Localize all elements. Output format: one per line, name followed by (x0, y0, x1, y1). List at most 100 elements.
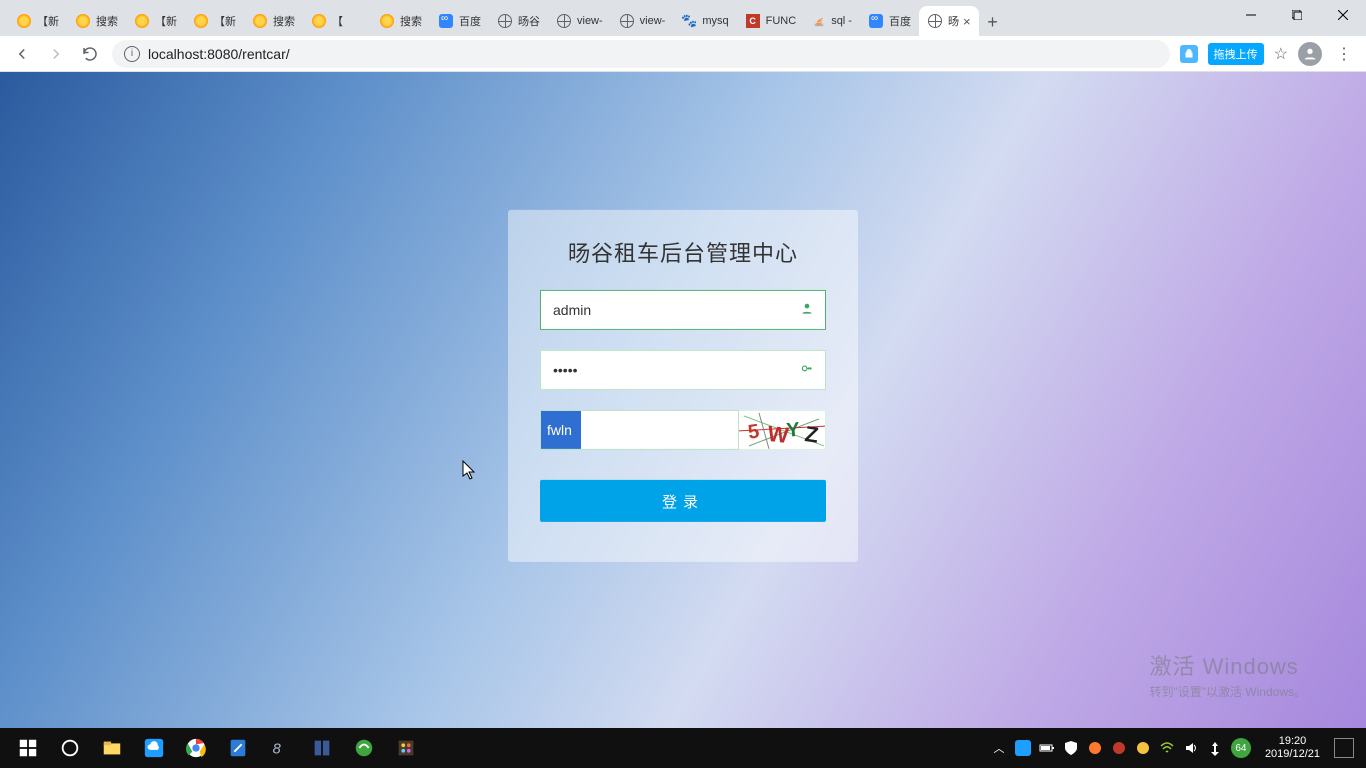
profile-avatar-icon[interactable] (1298, 42, 1322, 66)
browser-tab-active[interactable]: 旸× (919, 6, 979, 36)
globe-icon (556, 13, 572, 29)
window-controls (1228, 0, 1366, 30)
browser-tab[interactable]: 百度 (860, 6, 919, 36)
windows-activation-watermark: 激活 Windows 转到"设置"以激活 Windows。 (1149, 649, 1306, 700)
tray-input-badge[interactable]: 64 (1231, 738, 1251, 758)
tray-yellow-icon[interactable] (1135, 740, 1151, 756)
tab-label: 百度 (889, 13, 911, 29)
page-content: 旸谷租车后台管理中心 5 W Y Z (0, 72, 1366, 728)
sun-icon (75, 13, 91, 29)
sun-icon (379, 13, 395, 29)
taskbar: 8 ︿ 64 19:20 2019/12/21 (0, 728, 1366, 768)
user-icon (800, 301, 814, 318)
browser-tab[interactable]: view- (548, 6, 611, 36)
login-card: 旸谷租车后台管理中心 5 W Y Z (508, 210, 858, 562)
extension-icon[interactable] (1180, 45, 1198, 63)
password-input[interactable] (540, 350, 826, 390)
globe-icon (619, 13, 635, 29)
url-text: localhost:8080/rentcar/ (148, 46, 290, 62)
taskbar-left: 8 (8, 728, 426, 768)
tray-battery-icon[interactable] (1039, 740, 1055, 756)
tab-label: 【新 (214, 13, 236, 29)
close-tab-icon[interactable]: × (963, 14, 971, 29)
browser-tab[interactable]: 搜索 (67, 6, 126, 36)
tab-label: 【 (332, 13, 343, 29)
login-title: 旸谷租车后台管理中心 (540, 236, 826, 268)
login-button[interactable]: 登录 (540, 480, 826, 522)
kebab-menu-icon[interactable]: ⋮ (1332, 44, 1356, 64)
tray-orange-icon[interactable] (1087, 740, 1103, 756)
tray-shield-icon[interactable] (1063, 740, 1079, 756)
tab-label: 搜索 (400, 13, 422, 29)
tray-cloud-icon[interactable] (1015, 740, 1031, 756)
action-center-icon[interactable] (1334, 738, 1354, 758)
password-field (540, 350, 826, 390)
captcha-image[interactable]: 5 W Y Z (739, 410, 826, 450)
misc-app-icon[interactable] (386, 728, 426, 768)
reload-button[interactable] (78, 42, 102, 66)
browser-tab[interactable]: 【 (303, 6, 351, 36)
book-app-icon[interactable] (302, 728, 342, 768)
close-window-button[interactable] (1320, 0, 1366, 30)
tab-label: view- (640, 15, 666, 27)
chrome-icon[interactable] (176, 728, 216, 768)
system-tray: ︿ 64 19:20 2019/12/21 (991, 735, 1358, 761)
browser-tab[interactable]: sql - (804, 6, 860, 36)
browser-tab[interactable]: CFUNC (737, 6, 805, 36)
tab-label: 旸 (948, 13, 959, 29)
baidu-icon (438, 13, 454, 29)
sun-icon (16, 13, 32, 29)
cloud-app-icon[interactable] (134, 728, 174, 768)
tray-chevron-up-icon[interactable]: ︿ (991, 740, 1007, 756)
start-button[interactable] (8, 728, 48, 768)
globe-icon (497, 13, 513, 29)
key-icon (800, 361, 814, 378)
new-tab-button[interactable]: + (979, 8, 1007, 36)
tab-label: view- (577, 15, 603, 27)
tray-volume-icon[interactable] (1183, 740, 1199, 756)
tray-wifi-icon[interactable] (1159, 740, 1175, 756)
taskbar-clock[interactable]: 19:20 2019/12/21 (1259, 735, 1326, 761)
green-app-icon[interactable] (344, 728, 384, 768)
watermark-line1: 激活 Windows (1149, 649, 1306, 681)
browser-tab[interactable]: 旸谷 (489, 6, 548, 36)
extension-badge[interactable]: 拖拽上传 (1208, 43, 1264, 65)
svg-text:5: 5 (747, 421, 761, 444)
tab-strip: 【新 搜索 【新 【新 搜索 【 搜索 百度 旸谷 view- view- 🐾m… (0, 0, 1366, 36)
notes-app-icon[interactable] (218, 728, 258, 768)
ide-app-icon[interactable]: 8 (260, 728, 300, 768)
globe-icon (927, 13, 943, 29)
tab-label: sql - (831, 15, 852, 27)
address-bar: i localhost:8080/rentcar/ 拖拽上传 ☆ ⋮ (0, 36, 1366, 72)
site-info-icon[interactable]: i (124, 46, 140, 62)
browser-tab[interactable]: 百度 (430, 6, 489, 36)
browser-tab[interactable]: 搜索 (371, 6, 430, 36)
browser-tab[interactable]: 【新 (185, 6, 244, 36)
tab-label: FUNC (766, 15, 797, 27)
sun-icon (311, 13, 327, 29)
browser-tab[interactable]: 【新 (8, 6, 67, 36)
tab-label: 搜索 (273, 13, 295, 29)
minimize-button[interactable] (1228, 0, 1274, 30)
tray-ime-icon[interactable] (1207, 740, 1223, 756)
tab-label: 【新 (155, 13, 177, 29)
cortana-button[interactable] (50, 728, 90, 768)
browser-tab[interactable]: 🐾mysq (673, 6, 736, 36)
paw-icon: 🐾 (681, 13, 697, 29)
tray-red-icon[interactable] (1111, 740, 1127, 756)
captcha-input[interactable] (540, 410, 739, 450)
forward-button[interactable] (44, 42, 68, 66)
file-explorer-icon[interactable] (92, 728, 132, 768)
browser-tab[interactable]: view- (611, 6, 674, 36)
baidu-icon (868, 13, 884, 29)
url-box[interactable]: i localhost:8080/rentcar/ (112, 40, 1170, 68)
maximize-button[interactable] (1274, 0, 1320, 30)
username-input[interactable] (540, 290, 826, 330)
back-button[interactable] (10, 42, 34, 66)
browser-tab[interactable]: 【新 (126, 6, 185, 36)
cursor-icon (462, 460, 478, 482)
bookmark-star-icon[interactable]: ☆ (1274, 44, 1288, 64)
extension-label: 拖拽上传 (1214, 46, 1258, 62)
svg-text:Y: Y (786, 419, 802, 442)
browser-tab[interactable]: 搜索 (244, 6, 303, 36)
